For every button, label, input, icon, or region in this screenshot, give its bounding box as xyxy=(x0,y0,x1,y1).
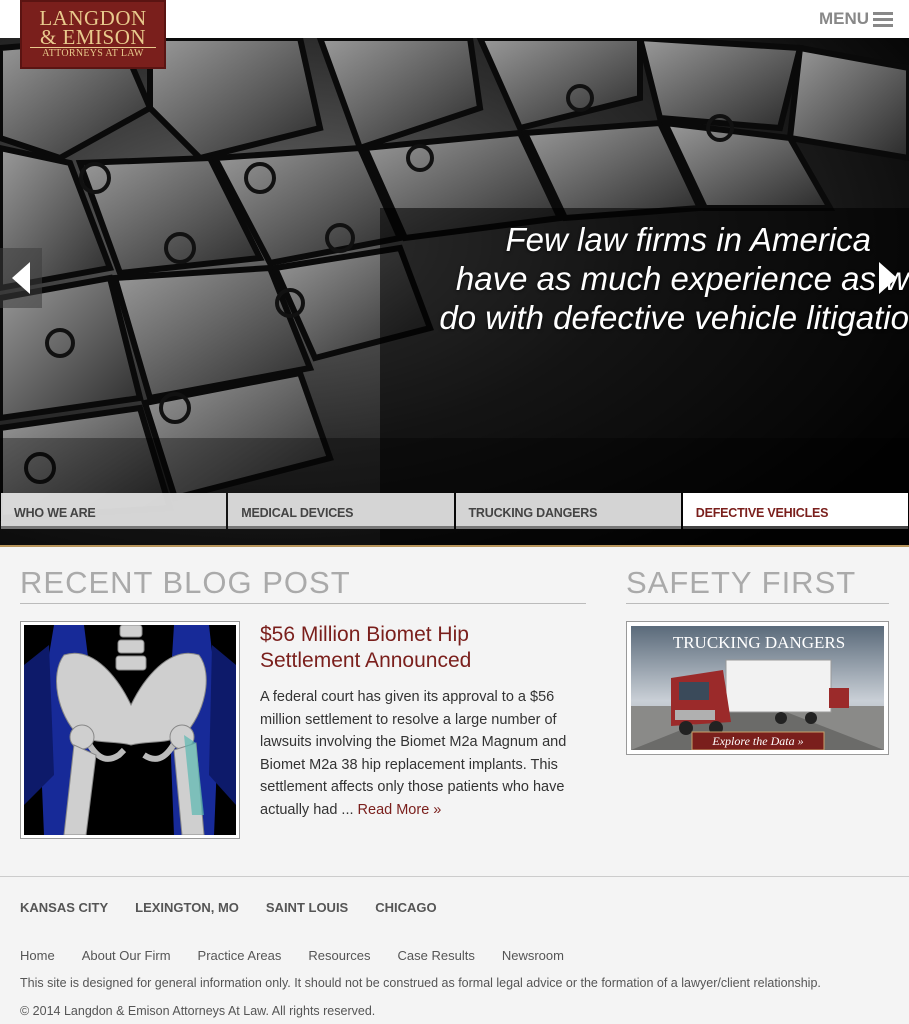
hero-slider: Few law firms in America have as much ex… xyxy=(0,38,909,545)
footer-link-resources[interactable]: Resources xyxy=(308,948,370,963)
truck-banner-image: TRUCKING DANGERS Explore the Data » xyxy=(631,626,884,750)
recent-blog-heading: RECENT BLOG POST xyxy=(20,565,351,600)
divider xyxy=(20,603,586,604)
hero-caption-line: have as much experience as w xyxy=(455,260,909,297)
city-link-lexington[interactable]: LEXINGTON, MO xyxy=(135,900,239,915)
read-more-link[interactable]: Read More » xyxy=(358,802,442,818)
hamburger-icon xyxy=(873,11,893,27)
safety-first-heading: SAFETY FIRST xyxy=(626,565,857,600)
disclaimer-text: This site is designed for general inform… xyxy=(20,976,821,990)
tab-who-we-are[interactable]: WHO WE ARE xyxy=(1,493,227,529)
menu-button[interactable]: MENU xyxy=(819,9,893,29)
blog-post-text: A federal court has given its approval t… xyxy=(260,689,567,818)
blog-post-image[interactable] xyxy=(20,621,240,839)
tab-trucking-dangers[interactable]: TRUCKING DANGERS xyxy=(455,493,681,529)
divider xyxy=(0,545,909,547)
city-link-saint-louis[interactable]: SAINT LOUIS xyxy=(266,900,348,915)
tab-medical-devices[interactable]: MEDICAL DEVICES xyxy=(228,493,454,529)
divider xyxy=(0,876,909,877)
tab-label: MEDICAL DEVICES xyxy=(241,506,354,520)
footer-link-practice-areas[interactable]: Practice Areas xyxy=(198,948,282,963)
tab-defective-vehicles[interactable]: DEFECTIVE VEHICLES xyxy=(682,493,908,529)
trucking-dangers-banner[interactable]: TRUCKING DANGERS Explore the Data » xyxy=(626,621,889,755)
footer-link-about[interactable]: About Our Firm xyxy=(82,948,171,963)
banner-title: TRUCKING DANGERS xyxy=(673,633,845,652)
explore-data-button[interactable]: Explore the Data » xyxy=(711,734,803,748)
divider xyxy=(626,603,889,604)
city-link-kansas-city[interactable]: KANSAS CITY xyxy=(20,900,108,915)
next-slide-button[interactable] xyxy=(867,248,909,308)
arrow-right-icon xyxy=(879,262,897,294)
logo[interactable]: LANGDON & EMISON ATTORNEYS AT LAW xyxy=(20,0,166,69)
tab-label: WHO WE ARE xyxy=(14,506,96,520)
footer-nav: Home About Our Firm Practice Areas Resou… xyxy=(20,948,564,963)
footer-link-newsroom[interactable]: Newsroom xyxy=(502,948,564,963)
logo-line-2: & EMISON xyxy=(39,25,147,49)
blog-post-title[interactable]: $56 Million Biomet Hip Settlement Announ… xyxy=(260,622,560,674)
logo-line-3: ATTORNEYS AT LAW xyxy=(30,47,156,60)
blog-post-excerpt: A federal court has given its approval t… xyxy=(260,686,590,821)
footer-link-case-results[interactable]: Case Results xyxy=(398,948,475,963)
previous-slide-button[interactable] xyxy=(0,248,42,308)
footer-link-home[interactable]: Home xyxy=(20,948,55,963)
arrow-left-icon xyxy=(12,262,30,294)
office-locations: KANSAS CITY LEXINGTON, MO SAINT LOUIS CH… xyxy=(20,900,437,915)
hip-implant-xray-image xyxy=(24,625,236,835)
city-link-chicago[interactable]: CHICAGO xyxy=(375,900,436,915)
copyright-text: © 2014 Langdon & Emison Attorneys At Law… xyxy=(20,1004,376,1018)
tab-label: TRUCKING DANGERS xyxy=(468,506,598,520)
tab-label: DEFECTIVE VEHICLES xyxy=(695,506,829,520)
hero-caption-line: do with defective vehicle litigatio xyxy=(439,299,909,336)
hero-caption-line: Few law firms in America xyxy=(505,221,872,258)
hero-caption: Few law firms in America have as much ex… xyxy=(379,220,909,337)
hero-tabs: WHO WE ARE MEDICAL DEVICES TRUCKING DANG… xyxy=(0,492,909,545)
menu-label: MENU xyxy=(818,9,869,28)
